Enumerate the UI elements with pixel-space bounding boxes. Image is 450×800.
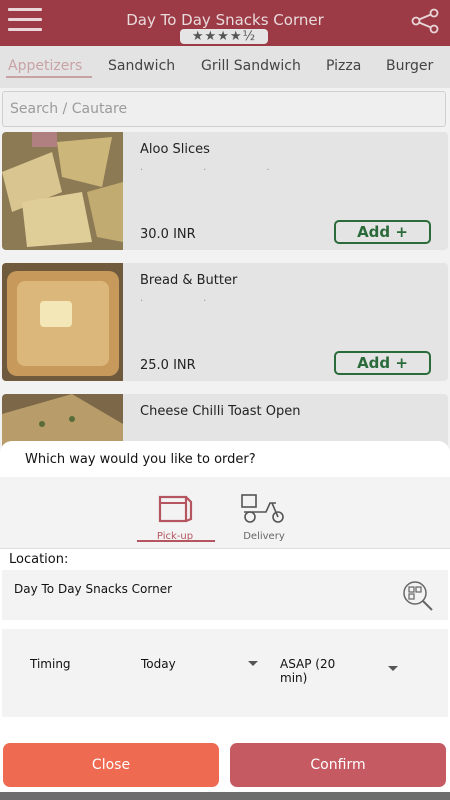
chevron-down-icon[interactable] (248, 661, 258, 666)
item-price: 30.0 INR (140, 227, 196, 242)
scooter-icon (241, 494, 284, 523)
location-field[interactable]: Day To Day Snacks Corner (2, 570, 448, 620)
share-icon[interactable] (410, 8, 440, 34)
chevron-down-icon[interactable] (388, 666, 398, 671)
pickup-option[interactable]: Pick-up (135, 491, 215, 542)
food-image (2, 132, 123, 250)
rating-stars: ★★★★½ (180, 29, 268, 44)
tab-grill-sandwich[interactable]: Grill Sandwich (201, 58, 301, 74)
confirm-button[interactable]: Confirm (230, 743, 446, 787)
add-button[interactable]: Add + (334, 220, 431, 244)
timing-row: Timing Today ASAP (20 min) (2, 629, 448, 717)
time-select[interactable]: ASAP (20 min) (280, 657, 360, 685)
order-question: Which way would you like to order? (25, 452, 256, 467)
tab-sandwich[interactable]: Sandwich (108, 58, 175, 74)
day-select[interactable]: Today (141, 657, 176, 671)
delivery-label: Delivery (243, 531, 285, 542)
active-tab-indicator (6, 76, 92, 78)
category-tabs: Appetizers Sandwich Grill Sandwich Pizza… (0, 46, 450, 88)
tab-pizza[interactable]: Pizza (326, 58, 361, 74)
app-header: Day To Day Snacks Corner ★★★★½ (0, 0, 450, 46)
selected-method-indicator (137, 540, 215, 542)
list-item[interactable]: Bread & Butter .. 25.0 INR Add + (2, 263, 448, 381)
close-button[interactable]: Close (3, 743, 219, 787)
item-name: Bread & Butter (140, 273, 238, 288)
list-item[interactable]: Aloo Slices ... 30.0 INR Add + (2, 132, 448, 250)
location-label: Location: (9, 552, 69, 567)
map-search-icon[interactable] (400, 580, 436, 612)
timing-label: Timing (30, 657, 71, 671)
order-method-selector: Pick-up Delivery (0, 477, 450, 549)
item-name: Cheese Chilli Toast Open (140, 404, 301, 419)
delivery-option[interactable]: Delivery (224, 491, 304, 542)
page-title: Day To Day Snacks Corner (126, 11, 324, 29)
order-method-sheet: Which way would you like to order? Pick-… (0, 441, 450, 800)
shopping-bag-icon (158, 495, 193, 523)
system-nav-bar (0, 792, 450, 800)
tab-appetizers[interactable]: Appetizers (8, 58, 82, 74)
item-name: Aloo Slices (140, 142, 210, 157)
search-input[interactable] (2, 91, 446, 127)
tab-burger[interactable]: Burger (386, 58, 433, 74)
food-image (2, 263, 123, 381)
item-description: .. (140, 293, 267, 304)
item-description: ... (140, 162, 330, 173)
location-name: Day To Day Snacks Corner (14, 582, 173, 596)
item-price: 25.0 INR (140, 358, 196, 373)
add-button[interactable]: Add + (334, 351, 431, 375)
